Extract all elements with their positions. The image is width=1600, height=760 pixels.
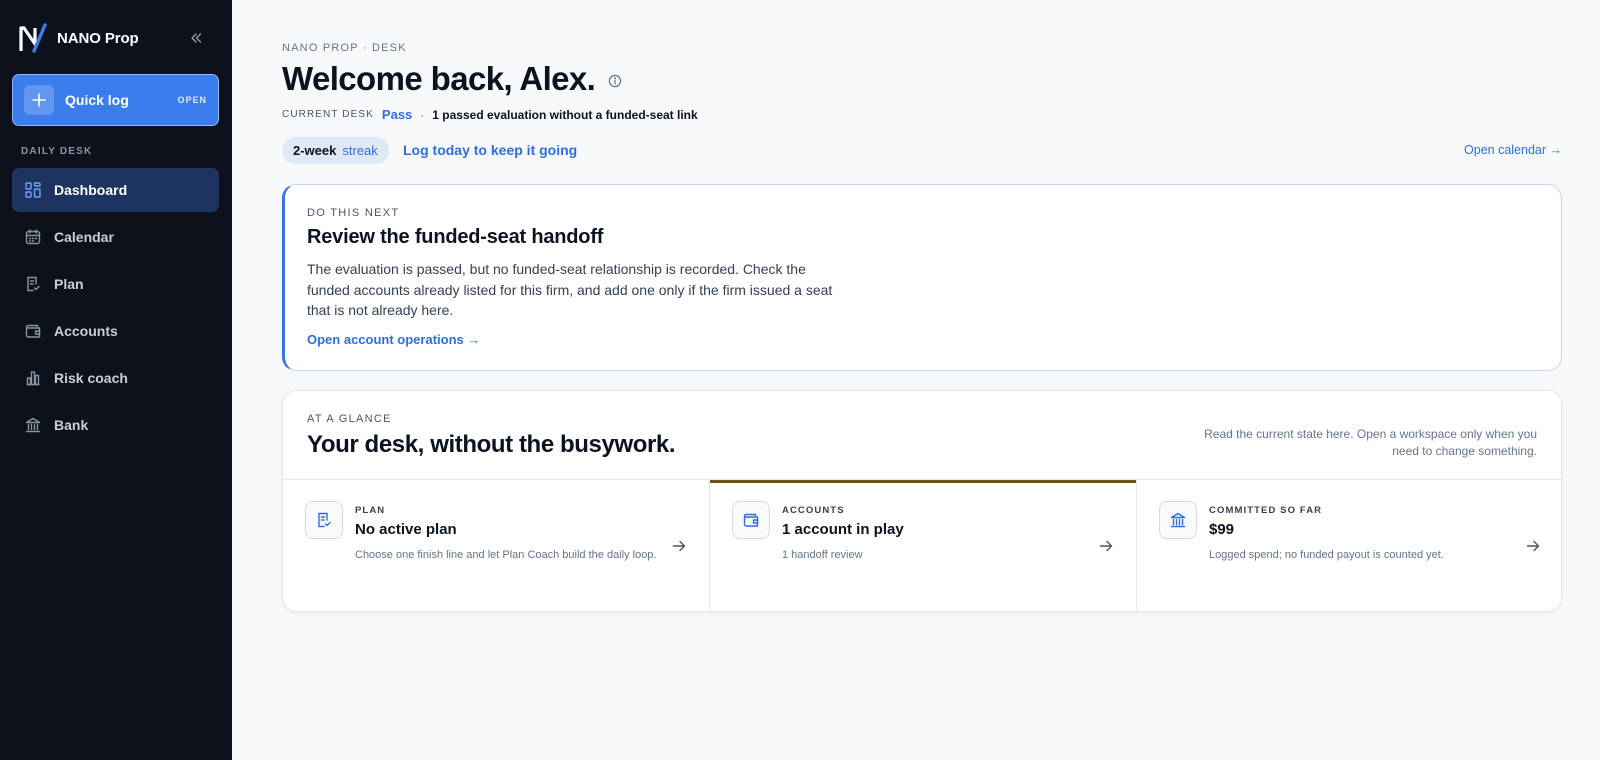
- tile-description: 1 handoff review: [782, 549, 863, 561]
- wallet-icon: [24, 322, 42, 340]
- sidebar-item-risk-coach[interactable]: Risk coach: [12, 356, 219, 400]
- brand-logo-icon: [19, 23, 47, 53]
- brand-name: NANO Prop: [57, 29, 139, 47]
- tile-description: Choose one finish line and let Plan Coac…: [355, 549, 657, 561]
- open-account-operations-link[interactable]: Open account operations →: [307, 332, 480, 347]
- dashboard-icon: [24, 181, 42, 199]
- quick-log-badge: OPEN: [177, 95, 207, 105]
- collapse-sidebar-button[interactable]: [186, 28, 206, 48]
- wallet-icon: [732, 501, 770, 539]
- streak-word: streak: [342, 143, 378, 158]
- sidebar: NANO Prop Quick log OPEN DAILY DESK Dash…: [0, 0, 232, 760]
- next-action-title: Review the funded-seat handoff: [307, 226, 604, 248]
- desk-note: 1 passed evaluation without a funded-sea…: [432, 107, 698, 122]
- next-action-eyebrow: DO THIS NEXT: [307, 207, 400, 219]
- tile-value: $99: [1209, 521, 1235, 538]
- sidebar-item-label: Risk coach: [54, 370, 128, 386]
- tile-label: PLAN: [355, 505, 386, 516]
- desk-status: Pass: [381, 107, 413, 122]
- double-chevron-left-icon: [191, 33, 202, 43]
- tile-label: ACCOUNTS: [782, 505, 845, 516]
- tile-description: Logged spend; no funded payout is counte…: [1209, 549, 1444, 561]
- streak-count: 2-week: [293, 143, 337, 158]
- open-calendar-link[interactable]: Open calendar →: [1464, 143, 1562, 157]
- glance-tiles: PLAN No active plan Choose one finish li…: [283, 479, 1561, 611]
- main-content: NANO PROP · DESK Welcome back, Alex. CUR…: [232, 0, 1600, 760]
- next-action-card: DO THIS NEXT Review the funded-seat hand…: [282, 184, 1562, 371]
- quick-log-button[interactable]: Quick log OPEN: [12, 74, 219, 126]
- sidebar-item-label: Accounts: [54, 323, 118, 339]
- tile-value: No active plan: [355, 521, 457, 538]
- quick-log-label: Quick log: [65, 92, 129, 108]
- arrow-right-icon: [672, 540, 686, 552]
- sidebar-item-label: Bank: [54, 417, 89, 433]
- sidebar-item-bank[interactable]: Bank: [12, 403, 219, 447]
- page-eyebrow: NANO PROP · DESK: [282, 42, 407, 54]
- plus-icon: [24, 85, 54, 115]
- arrow-right-icon: [1099, 540, 1113, 552]
- tile-label: COMMITTED SO FAR: [1209, 505, 1323, 516]
- desk-separator: ·: [420, 107, 425, 122]
- sidebar-nav: Dashboard Calendar Plan Accounts Risk co…: [12, 168, 219, 450]
- current-desk-label: CURRENT DESK: [282, 109, 374, 120]
- log-today-link[interactable]: Log today to keep it going: [403, 142, 577, 158]
- sidebar-item-label: Plan: [54, 276, 84, 292]
- glance-title: Your desk, without the busywork.: [307, 431, 676, 458]
- page-title: Welcome back, Alex.: [282, 60, 596, 97]
- plan-check-icon: [305, 501, 343, 539]
- sidebar-item-label: Dashboard: [54, 182, 128, 198]
- sidebar-item-dashboard[interactable]: Dashboard: [12, 168, 219, 212]
- tile-accounts[interactable]: ACCOUNTS 1 account in play 1 handoff rev…: [709, 480, 1136, 611]
- tile-value: 1 account in play: [782, 521, 904, 538]
- glance-eyebrow: AT A GLANCE: [307, 413, 392, 425]
- sidebar-item-label: Calendar: [54, 229, 114, 245]
- glance-note: Read the current state here. Open a work…: [1204, 427, 1537, 458]
- sidebar-item-plan[interactable]: Plan: [12, 262, 219, 306]
- welcome-row: Welcome back, Alex.: [282, 60, 622, 98]
- calendar-icon: [24, 228, 42, 246]
- nav-heading: DAILY DESK: [21, 146, 93, 157]
- bar-chart-icon: [24, 369, 42, 387]
- tile-plan[interactable]: PLAN No active plan Choose one finish li…: [283, 480, 709, 611]
- next-action-body: The evaluation is passed, but no funded-…: [307, 261, 833, 318]
- streak-badge: 2-week streak: [282, 137, 389, 164]
- info-icon[interactable]: [608, 74, 622, 88]
- sidebar-item-calendar[interactable]: Calendar: [12, 215, 219, 259]
- brand[interactable]: NANO Prop: [18, 22, 139, 54]
- tile-committed[interactable]: COMMITTED SO FAR $99 Logged spend; no fu…: [1136, 480, 1561, 611]
- current-desk-line: CURRENT DESK Pass · 1 passed evaluation …: [282, 107, 698, 122]
- sidebar-item-accounts[interactable]: Accounts: [12, 309, 219, 353]
- at-a-glance-card: AT A GLANCE Your desk, without the busyw…: [282, 390, 1562, 612]
- bank-icon: [1159, 501, 1197, 539]
- plan-icon: [24, 275, 42, 293]
- arrow-right-icon: [1526, 540, 1540, 552]
- bank-icon: [24, 416, 42, 434]
